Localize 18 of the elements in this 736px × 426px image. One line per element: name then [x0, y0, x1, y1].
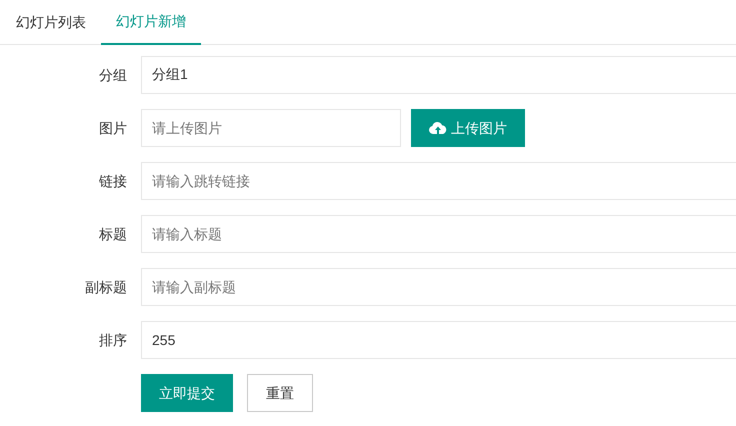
field-label: 分组 [99, 66, 127, 84]
input-field[interactable]: 请输入标题 [141, 215, 736, 253]
field-label: 排序 [99, 330, 127, 350]
submit-button[interactable]: 立即提交 [141, 374, 233, 412]
tab[interactable]: 幻灯片新增 [101, 0, 201, 45]
tab[interactable]: 幻灯片列表 [1, 0, 101, 45]
reset-button[interactable]: 重置 [247, 374, 313, 412]
field-label: 副标题 [85, 278, 127, 296]
upload-button[interactable]: 上传图片 [411, 109, 525, 147]
field-label: 链接 [99, 172, 127, 190]
input-field[interactable]: 请上传图片 [141, 109, 401, 147]
input-field[interactable]: 请输入副标题 [141, 268, 736, 306]
field-label: 标题 [99, 224, 127, 244]
field-label: 图片 [99, 118, 127, 138]
input-field[interactable]: 请输入跳转链接 [141, 162, 736, 200]
input-field[interactable]: 255 [141, 321, 736, 359]
cloud-upload-icon [429, 121, 447, 135]
input-field[interactable]: 分组1 [141, 56, 736, 94]
